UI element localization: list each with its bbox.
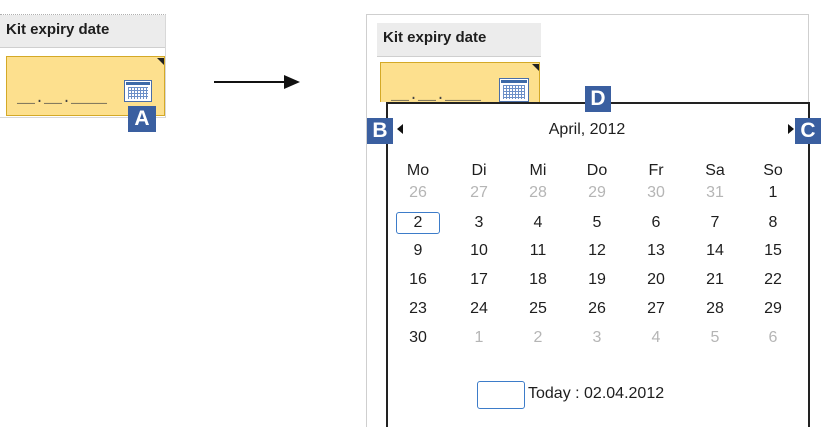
weekday-label: Mi (529, 162, 547, 179)
field-label: Kit expiry date (0, 15, 165, 48)
calendar-icon[interactable] (124, 80, 152, 102)
calendar-day[interactable]: 22 (751, 269, 795, 291)
calendar-day[interactable]: 15 (751, 240, 795, 262)
calendar-day[interactable]: 5 (575, 212, 619, 234)
calendar-day[interactable]: 1 (457, 327, 501, 349)
calendar-day[interactable]: 6 (751, 327, 795, 349)
calendar-day[interactable]: 29 (575, 182, 619, 204)
calendar-day[interactable]: 3 (575, 327, 619, 349)
calendar-day[interactable]: 19 (575, 269, 619, 291)
calendar-day[interactable]: 29 (751, 298, 795, 320)
calendar-day[interactable]: 4 (634, 327, 678, 349)
calendar-day[interactable]: 21 (693, 269, 737, 291)
calendar-day[interactable]: 26 (575, 298, 619, 320)
calendar-day[interactable]: 6 (634, 212, 678, 234)
calendar-day[interactable]: 27 (634, 298, 678, 320)
calendar-day[interactable]: 31 (693, 182, 737, 204)
triangle-left-icon[interactable] (397, 124, 403, 134)
arrow-right-icon-head (284, 75, 300, 89)
calendar-day[interactable]: 17 (457, 269, 501, 291)
calendar-day[interactable]: 14 (693, 240, 737, 262)
calendar-day[interactable]: 2 (516, 327, 560, 349)
calendar-day[interactable]: 8 (751, 212, 795, 234)
today-button[interactable] (477, 381, 525, 409)
calendar-day[interactable]: 30 (396, 327, 440, 349)
triangle-right-icon[interactable] (788, 124, 794, 134)
badge-b: B (367, 118, 393, 144)
date-input[interactable]: __.__.____ (380, 62, 540, 104)
corner-marker-icon (157, 58, 164, 65)
badge-a: A (128, 106, 156, 132)
weekday-label: Di (471, 162, 487, 179)
calendar-day[interactable]: 26 (396, 182, 440, 204)
calendar-day[interactable]: 7 (693, 212, 737, 234)
calendar-day[interactable]: 12 (575, 240, 619, 262)
weekday-label: So (763, 162, 783, 179)
calendar-day[interactable]: 25 (516, 298, 560, 320)
calendar-day[interactable]: 16 (396, 269, 440, 291)
weekday-label: Sa (705, 162, 725, 179)
calendar-day[interactable]: 1 (751, 182, 795, 204)
calendar-day[interactable]: 30 (634, 182, 678, 204)
weekday-label: Do (586, 162, 608, 179)
calendar-day[interactable]: 10 (457, 240, 501, 262)
calendar-day[interactable]: 18 (516, 269, 560, 291)
calendar-day[interactable]: 27 (457, 182, 501, 204)
calendar-day[interactable]: 24 (457, 298, 501, 320)
calendar-day[interactable]: 3 (457, 212, 501, 234)
date-input-mask: __.__.____ (17, 90, 108, 107)
badge-d: D (585, 86, 611, 112)
calendar-day[interactable]: 28 (693, 298, 737, 320)
badge-c: C (795, 118, 821, 144)
calendar-day[interactable]: 9 (396, 240, 440, 262)
calendar-day[interactable]: 28 (516, 182, 560, 204)
arrow-right-icon (214, 81, 284, 83)
calendar-day[interactable]: 4 (516, 212, 560, 234)
before-panel: Kit expiry date __.__.____ (0, 14, 166, 118)
calendar-day[interactable]: 13 (634, 240, 678, 262)
corner-marker-icon (532, 64, 539, 71)
calendar-day[interactable]: 20 (634, 269, 678, 291)
calendar-icon[interactable] (499, 78, 529, 102)
calendar-day[interactable]: 2 (396, 212, 440, 234)
calendar-day[interactable]: 23 (396, 298, 440, 320)
calendar-day[interactable]: 11 (516, 240, 560, 262)
weekday-label: Fr (648, 162, 664, 179)
weekday-label: Mo (406, 162, 430, 179)
calendar-day[interactable]: 5 (693, 327, 737, 349)
today-label[interactable]: Today : 02.04.2012 (528, 385, 664, 403)
month-title[interactable]: April, 2012 (527, 121, 647, 139)
field-label: Kit expiry date (377, 23, 541, 57)
calendar-popup (386, 102, 810, 427)
